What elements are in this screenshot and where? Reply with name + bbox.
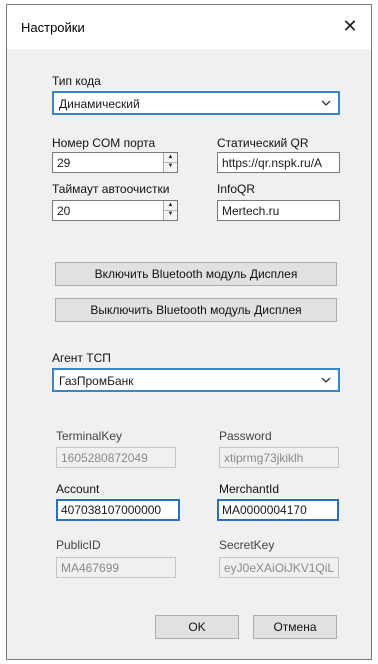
terminal-key-value: 1605280872049	[61, 451, 148, 465]
secret-key-field: eyJ0eXAiOiJKV1QiL	[219, 557, 339, 578]
secret-key-value: eyJ0eXAiOiJKV1QiL	[224, 561, 335, 575]
public-id-field: MA467699	[56, 557, 176, 578]
com-port-stepper[interactable]: 29 ▲ ▼	[52, 152, 178, 173]
terminal-key-field: 1605280872049	[56, 447, 176, 468]
merchant-id-value: MA0000004170	[222, 503, 307, 517]
public-id-label: PublicID	[56, 538, 101, 552]
code-type-select[interactable]: Динамический	[52, 91, 340, 115]
com-port-label: Номер COM порта	[52, 136, 156, 150]
spin-down-icon[interactable]: ▼	[164, 210, 177, 219]
info-qr-label: InfoQR	[217, 182, 256, 196]
spin-down-icon[interactable]: ▼	[164, 162, 177, 171]
bluetooth-disable-button[interactable]: Выключить Bluetooth модуль Дисплея	[55, 298, 337, 322]
info-qr-field[interactable]: Mertech.ru	[217, 200, 340, 221]
autoclear-timeout-label: Таймаут автоочистки	[52, 182, 170, 196]
merchant-id-field[interactable]: MA0000004170	[217, 499, 339, 521]
com-port-spin[interactable]: ▲ ▼	[163, 153, 177, 172]
password-value: xtiprmg73jkiklh	[224, 451, 304, 465]
public-id-value: MA467699	[61, 561, 120, 575]
account-label: Account	[56, 482, 100, 496]
info-qr-value: Mertech.ru	[222, 204, 280, 218]
title-bar: Настройки ✕	[7, 5, 371, 49]
merchant-id-label: MerchantId	[219, 482, 280, 496]
secret-key-label: SecretKey	[219, 538, 275, 552]
ok-button[interactable]: OK	[155, 615, 239, 639]
cancel-button[interactable]: Отмена	[253, 615, 337, 639]
window-title: Настройки	[21, 20, 85, 35]
account-field[interactable]: 407038107000000	[56, 499, 180, 521]
bluetooth-enable-button[interactable]: Включить Bluetooth модуль Дисплея	[55, 262, 337, 286]
terminal-key-label: TerminalKey	[56, 429, 123, 443]
static-qr-field[interactable]: https://qr.nspk.ru/A	[217, 152, 340, 173]
tsp-agent-label: Агент ТСП	[52, 351, 111, 365]
chevron-down-icon	[321, 100, 331, 106]
password-field: xtiprmg73jkiklh	[219, 447, 339, 468]
chevron-down-icon	[321, 377, 331, 383]
tsp-agent-select[interactable]: ГазПромБанк	[52, 368, 340, 392]
code-type-label: Тип кода	[52, 74, 101, 88]
com-port-value: 29	[57, 156, 71, 170]
static-qr-label: Статический QR	[217, 136, 309, 150]
autoclear-timeout-stepper[interactable]: 20 ▲ ▼	[52, 200, 178, 221]
settings-dialog: Настройки ✕ Тип кода Динамический Номер …	[6, 4, 372, 660]
tsp-agent-value: ГазПромБанк	[59, 374, 134, 388]
password-label: Password	[219, 429, 272, 443]
code-type-value: Динамический	[59, 97, 140, 111]
close-icon[interactable]: ✕	[335, 11, 365, 41]
account-value: 407038107000000	[61, 503, 162, 517]
autoclear-timeout-value: 20	[57, 204, 71, 218]
static-qr-value: https://qr.nspk.ru/A	[222, 156, 323, 170]
autoclear-timeout-spin[interactable]: ▲ ▼	[163, 201, 177, 220]
